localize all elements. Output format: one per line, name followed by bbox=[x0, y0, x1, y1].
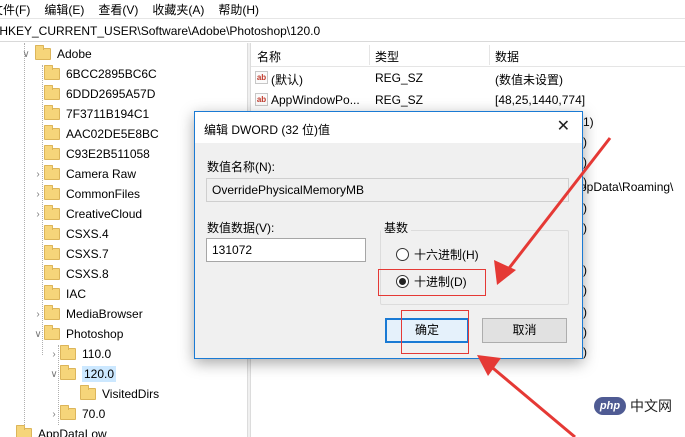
tree-item[interactable]: IAC bbox=[44, 284, 86, 304]
column-header-type[interactable]: 类型 bbox=[375, 48, 399, 65]
menu-favorites[interactable]: 收藏夹(A) bbox=[152, 1, 204, 18]
tree-item-commonfiles[interactable]: › CommonFiles bbox=[34, 184, 140, 204]
tree-item[interactable]: 6BCC2895BC6C bbox=[44, 64, 157, 84]
tree-item-creativecloud[interactable]: › CreativeCloud bbox=[34, 204, 142, 224]
table-row[interactable]: ab AppWindowPo... REG_SZ [48,25,1440,774… bbox=[251, 90, 685, 110]
menu-bar: 文件(F) 编辑(E) 查看(V) 收藏夹(A) 帮助(H) bbox=[0, 0, 685, 19]
folder-icon bbox=[44, 205, 60, 220]
value-data-fragment: ppData\Roaming\ bbox=[580, 180, 674, 194]
cancel-button[interactable]: 取消 bbox=[482, 318, 567, 343]
value-data-fragment: ) bbox=[583, 283, 587, 297]
folder-icon bbox=[44, 245, 60, 260]
php-logo: php bbox=[594, 397, 626, 415]
radio-hexadecimal[interactable]: 十六进制(H) bbox=[396, 246, 479, 263]
folder-icon bbox=[60, 365, 76, 380]
chevron-down-icon[interactable]: ∨ bbox=[34, 329, 42, 340]
annotation-box-decimal bbox=[378, 269, 486, 296]
folder-icon bbox=[60, 405, 76, 420]
tree-item-camera-raw[interactable]: › Camera Raw bbox=[34, 164, 136, 184]
tree-item-120[interactable]: ∨ 120.0 bbox=[50, 364, 117, 384]
tree-item[interactable]: CSXS.7 bbox=[44, 244, 109, 264]
annotation-box-ok bbox=[401, 310, 469, 354]
value-data-fragment: ) bbox=[583, 201, 587, 215]
tree-guide-line bbox=[24, 43, 25, 437]
tree-item-mediabrowser[interactable]: › MediaBrowser bbox=[34, 304, 143, 324]
value-data-fragment: ) bbox=[583, 305, 587, 319]
chevron-right-icon[interactable]: › bbox=[50, 349, 58, 360]
folder-icon bbox=[35, 45, 51, 60]
tree-item-adobe[interactable]: ∨ Adobe bbox=[20, 44, 92, 64]
value-data-fragment: 1) bbox=[583, 115, 594, 129]
folder-icon bbox=[44, 125, 60, 140]
value-data-label: 数值数据(V): bbox=[207, 221, 275, 235]
edit-dword-dialog: 编辑 DWORD (32 位)值 ✕ 数值名称(N): OverridePhys… bbox=[194, 111, 583, 359]
column-header-name[interactable]: 名称 bbox=[257, 48, 281, 65]
menu-help[interactable]: 帮助(H) bbox=[218, 1, 259, 18]
radio-button[interactable] bbox=[396, 248, 409, 261]
menu-view[interactable]: 查看(V) bbox=[98, 1, 138, 18]
menu-file[interactable]: 文件(F) bbox=[0, 1, 30, 18]
tree-item[interactable]: C93E2B511058 bbox=[44, 144, 150, 164]
watermark: php 中文网 bbox=[594, 396, 672, 416]
folder-icon bbox=[44, 265, 60, 280]
tree-item[interactable]: CSXS.8 bbox=[44, 264, 109, 284]
dialog-titlebar[interactable]: 编辑 DWORD (32 位)值 ✕ bbox=[195, 112, 582, 143]
chevron-right-icon[interactable]: › bbox=[34, 189, 42, 200]
value-data-input[interactable]: 131072 bbox=[206, 238, 366, 262]
folder-icon bbox=[44, 85, 60, 100]
chevron-down-icon[interactable]: ∨ bbox=[20, 49, 32, 60]
folder-icon bbox=[16, 425, 32, 437]
tree-item-visiteddirs[interactable]: VisitedDirs bbox=[80, 384, 159, 404]
tree-item[interactable]: 6DDD2695A57D bbox=[44, 84, 155, 104]
value-data-fragment: ) bbox=[583, 221, 587, 235]
close-icon[interactable]: ✕ bbox=[557, 118, 570, 136]
menu-edit[interactable]: 编辑(E) bbox=[44, 1, 84, 18]
tree-item-110[interactable]: › 110.0 bbox=[50, 344, 111, 364]
chevron-down-icon[interactable]: ∨ bbox=[50, 369, 58, 380]
address-bar[interactable]: \HKEY_CURRENT_USER\Software\Adobe\Photos… bbox=[0, 20, 685, 42]
column-header-data[interactable]: 数据 bbox=[495, 48, 519, 65]
address-path[interactable]: \HKEY_CURRENT_USER\Software\Adobe\Photos… bbox=[0, 24, 320, 38]
tree-item[interactable]: 7F3711B194C1 bbox=[44, 104, 149, 124]
value-data-fragment: ) bbox=[583, 155, 587, 169]
chevron-right-icon[interactable]: › bbox=[34, 309, 42, 320]
column-separator[interactable] bbox=[369, 45, 370, 65]
value-name-field[interactable]: OverridePhysicalMemoryMB bbox=[206, 178, 569, 202]
folder-icon bbox=[80, 385, 96, 400]
dialog-title: 编辑 DWORD (32 位)值 bbox=[204, 123, 331, 137]
folder-icon bbox=[44, 105, 60, 120]
values-header: 名称 类型 数据 bbox=[251, 43, 685, 67]
string-value-icon: ab bbox=[255, 71, 268, 84]
folder-icon bbox=[44, 305, 60, 320]
folder-icon bbox=[44, 65, 60, 80]
tree-item-photoshop[interactable]: ∨ Photoshop bbox=[34, 324, 123, 344]
folder-icon bbox=[44, 325, 60, 340]
folder-icon bbox=[44, 285, 60, 300]
folder-icon bbox=[44, 185, 60, 200]
tree-item-appdatalow[interactable]: AppDataLow bbox=[16, 424, 107, 437]
value-data-fragment: ) bbox=[583, 345, 587, 359]
chevron-right-icon[interactable]: › bbox=[34, 169, 42, 180]
string-value-icon: ab bbox=[255, 93, 268, 106]
folder-icon bbox=[44, 145, 60, 160]
value-data-fragment: ) bbox=[583, 325, 587, 339]
tree-item-70[interactable]: › 70.0 bbox=[50, 404, 105, 424]
table-row[interactable]: ab (默认) REG_SZ (数值未设置) bbox=[251, 68, 685, 88]
tree-item[interactable]: AAC02DE5E8BC bbox=[44, 124, 159, 144]
base-groupbox-title: 基数 bbox=[381, 219, 412, 236]
folder-icon bbox=[44, 165, 60, 180]
folder-icon bbox=[44, 225, 60, 240]
tree-item[interactable]: CSXS.4 bbox=[44, 224, 109, 244]
value-name-label: 数值名称(N): bbox=[207, 160, 275, 174]
column-separator[interactable] bbox=[489, 45, 490, 65]
watermark-text: 中文网 bbox=[630, 398, 672, 414]
chevron-right-icon[interactable]: › bbox=[50, 409, 58, 420]
chevron-right-icon[interactable]: › bbox=[34, 209, 42, 220]
value-data-fragment: ) bbox=[583, 135, 587, 149]
value-data-fragment: ) bbox=[583, 263, 587, 277]
folder-icon bbox=[60, 345, 76, 360]
